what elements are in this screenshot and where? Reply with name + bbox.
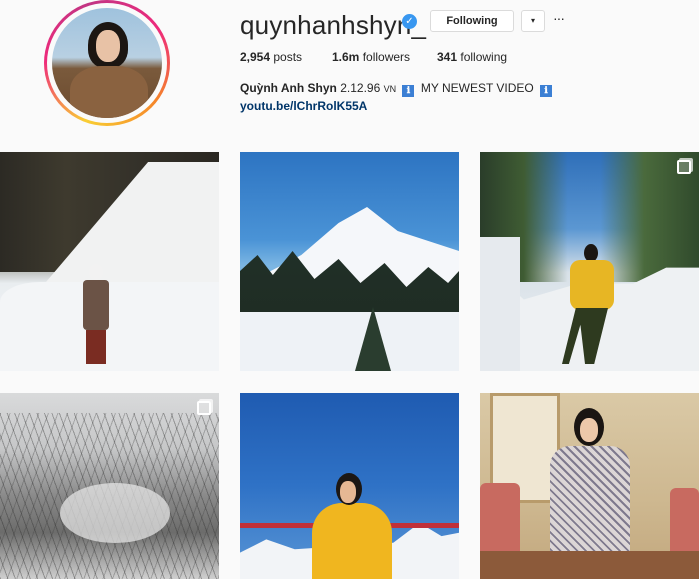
posts-label: posts (273, 50, 303, 64)
profile-page: quynhanhshyn_ ✓ Following ▾ ··· 2,954 po… (0, 0, 699, 579)
info-icon: ℹ (540, 85, 553, 97)
post-tile[interactable] (0, 152, 219, 371)
multiple-photos-icon (197, 401, 211, 415)
following-count: 341 (437, 50, 458, 64)
birth-date: 2.12.96 (340, 81, 381, 95)
more-options-icon[interactable]: ··· (553, 10, 567, 30)
bio-video-text: MY NEWEST VIDEO (420, 81, 534, 95)
following-stat[interactable]: 341 following (437, 50, 507, 64)
post-tile[interactable] (240, 152, 459, 371)
full-name: Quỳnh Anh Shyn (240, 81, 337, 95)
posts-count: 2,954 (240, 50, 271, 64)
bio-link[interactable]: youtu.be/lChrRolK55A (240, 99, 367, 113)
profile-header: quynhanhshyn_ ✓ Following ▾ ··· 2,954 po… (0, 0, 699, 140)
story-ring[interactable] (44, 0, 170, 126)
multiple-photos-icon (677, 160, 691, 174)
post-tile[interactable] (480, 393, 699, 579)
posts-stat: 2,954 posts (240, 50, 302, 64)
followers-count: 1.6m (332, 50, 360, 64)
following-label: following (460, 50, 508, 64)
followers-label: followers (362, 50, 411, 64)
post-tile[interactable] (0, 393, 219, 579)
suggestions-dropdown-button[interactable]: ▾ (521, 10, 545, 32)
post-tile[interactable] (240, 393, 459, 579)
info-icon: ℹ (402, 85, 415, 97)
username: quynhanhshyn_ (240, 10, 427, 40)
bio: Quỳnh Anh Shyn 2.12.96 VN ℹ MY NEWEST VI… (240, 81, 555, 97)
country-code: VN (383, 84, 397, 94)
verified-badge-icon: ✓ (402, 14, 417, 29)
following-button[interactable]: Following (430, 10, 514, 32)
followers-stat[interactable]: 1.6m followers (332, 50, 410, 64)
post-tile[interactable] (480, 152, 699, 371)
avatar[interactable] (52, 8, 162, 118)
